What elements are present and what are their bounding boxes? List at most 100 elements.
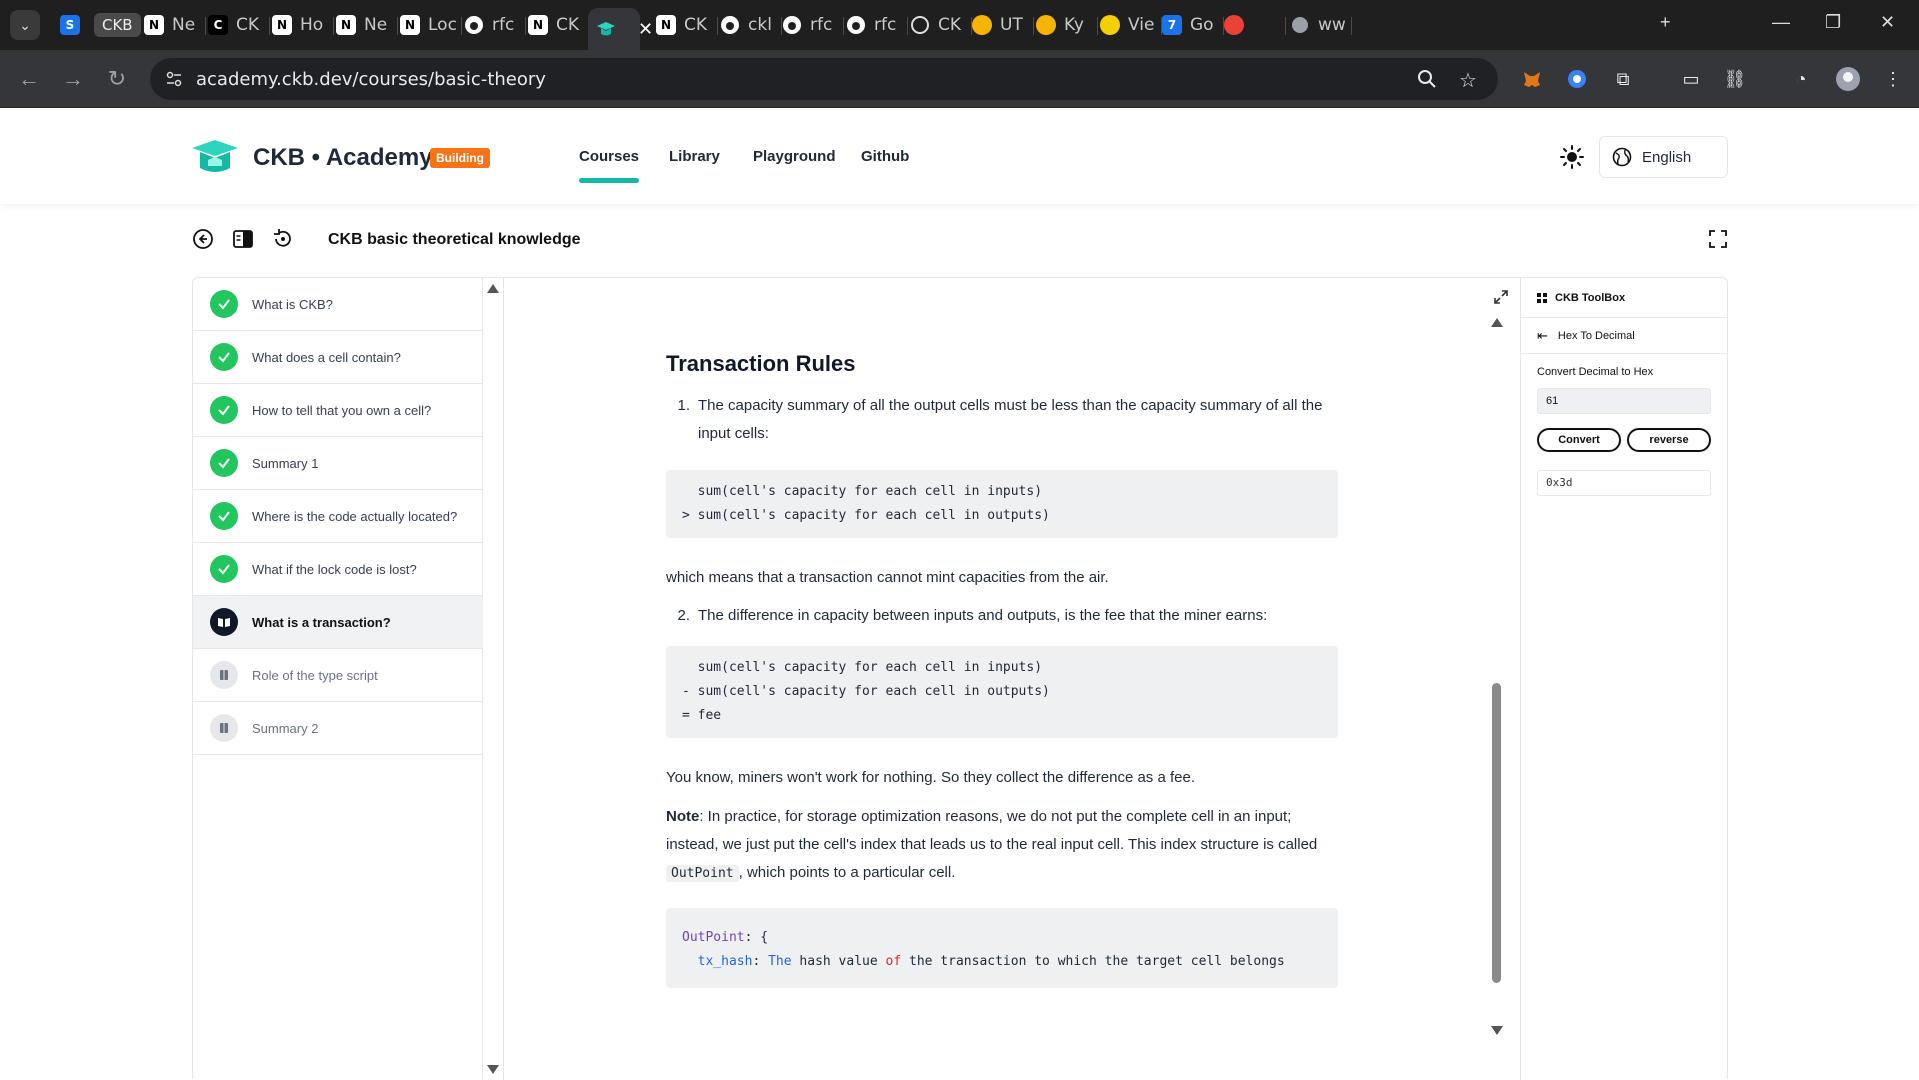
lesson-item[interactable]: What is a transaction? [193, 596, 483, 649]
scroll-up-arrow[interactable] [1491, 318, 1503, 327]
browser-tab[interactable]: ✕ [588, 8, 653, 50]
language-label: English [1642, 148, 1692, 166]
browser-tab[interactable]: rfc [464, 8, 526, 42]
sun-theme-icon[interactable] [1559, 144, 1585, 170]
lesson-content: Transaction Rules 1. The capacity summar… [503, 278, 1530, 1080]
lesson-item[interactable]: How to tell that you own a cell? [193, 384, 483, 437]
lesson-item[interactable]: What is CKB? [193, 278, 483, 331]
restore-icon[interactable]: ❐ [1825, 12, 1841, 33]
browser-tab[interactable]: rfc [846, 8, 908, 42]
scroll-up-arrow[interactable] [487, 284, 499, 293]
nav-github[interactable]: Github [861, 148, 909, 165]
lesson-item[interactable]: Summary 1 [193, 437, 483, 490]
zoom-icon[interactable] [1416, 68, 1438, 96]
scroll-thumb[interactable] [1492, 683, 1501, 983]
back-icon[interactable]: ← [14, 64, 44, 94]
language-selector[interactable]: English [1599, 136, 1728, 178]
expand-icon[interactable] [1494, 290, 1510, 306]
list-number: 1. [677, 397, 690, 414]
lesson-article: Transaction Rules 1. The capacity summar… [666, 350, 1338, 1014]
code-block: OutPoint: { tx_hash: The hash value of t… [666, 908, 1338, 988]
lesson-item[interactable]: What does a cell contain? [193, 331, 483, 384]
performance-icon[interactable]: ◔ [1788, 66, 1814, 92]
book-icon [210, 714, 238, 742]
back-arrow-icon[interactable]: ⇤ [1537, 328, 1548, 344]
minimize-icon[interactable]: — [1772, 12, 1790, 33]
nav-library[interactable]: Library [669, 148, 720, 165]
browser-tab[interactable]: ckl [720, 8, 782, 42]
metamask-extension-icon[interactable] [1519, 66, 1545, 92]
tab-favicon-icon [972, 15, 992, 35]
lesson-list: What is CKB? What does a cell contain? How… [193, 278, 483, 1080]
toolbox-title: CKB ToolBox [1555, 291, 1626, 304]
browser-tab[interactable]: N Loc [400, 8, 462, 42]
tool-back-row[interactable]: ⇤ Hex To Decimal [1521, 318, 1727, 354]
browser-tab[interactable]: 7 Go [1162, 8, 1224, 42]
reset-progress-icon[interactable] [272, 228, 296, 252]
lesson-item[interactable]: Role of the type script [193, 649, 483, 702]
tab-favicon-icon [720, 15, 740, 35]
browser-tab[interactable]: N Ho [272, 8, 334, 42]
content-scrollbar[interactable] [1489, 318, 1505, 1078]
browser-tab[interactable]: C CK [208, 8, 270, 42]
tab-favicon-icon [1100, 15, 1120, 35]
browser-tab[interactable]: Ky [1036, 8, 1098, 42]
scroll-down-arrow[interactable] [487, 1065, 499, 1074]
brand-name[interactable]: CKB • Academy [253, 144, 433, 172]
fullscreen-icon[interactable] [1709, 230, 1729, 250]
extension-circle-icon[interactable] [1564, 66, 1590, 92]
extensions-puzzle-icon[interactable]: ⧉ [1610, 66, 1636, 92]
list-number: 2. [677, 607, 690, 624]
nav-courses[interactable]: Courses [579, 148, 640, 183]
browser-tab[interactable]: N Ne [144, 8, 206, 42]
ckb-toolbox: CKB ToolBox ⇤ Hex To Decimal Convert Dec… [1520, 278, 1727, 1080]
toolbox-header: CKB ToolBox [1521, 278, 1727, 318]
toggle-sidebar-icon[interactable] [232, 228, 256, 252]
tab-favicon-icon [1036, 15, 1056, 35]
bookmark-star-icon[interactable]: ☆ [1459, 68, 1477, 93]
browser-toolbar: ← → ↻ academy.ckb.dev/courses/basic-theo… [0, 50, 1919, 108]
lesson-item[interactable]: Summary 2 [193, 702, 483, 755]
browser-tab[interactable]: N CK [656, 8, 718, 42]
paragraph: which means that a transaction cannot mi… [666, 569, 1109, 586]
nav-playground[interactable]: Playground [753, 148, 836, 165]
academy-cap-logo-icon[interactable] [190, 138, 240, 178]
link-icon[interactable]: ⛓ [1722, 66, 1748, 92]
browser-tab[interactable]: N CK [528, 8, 586, 42]
reload-icon[interactable]: ↻ [102, 64, 132, 94]
browser-tab[interactable]: ww [1290, 8, 1352, 42]
close-window-icon[interactable]: ✕ [1880, 12, 1895, 33]
profile-avatar[interactable] [1835, 66, 1861, 92]
lesson-item[interactable]: What if the lock code is lost? [193, 543, 483, 596]
lesson-item[interactable]: Where is the code actually located? [193, 490, 483, 543]
browser-tab[interactable]: UT [972, 8, 1034, 42]
browser-tab[interactable]: Vie [1100, 8, 1162, 42]
lesson-label: What is CKB? [252, 296, 333, 312]
forward-icon[interactable]: → [58, 64, 88, 94]
browser-tab[interactable]: rfc [782, 8, 844, 42]
book-open-icon [210, 608, 238, 636]
browser-tab[interactable]: N Ne [336, 8, 398, 42]
site-info-icon[interactable] [164, 69, 184, 89]
address-bar[interactable]: academy.ckb.dev/courses/basic-theory ☆ [150, 58, 1498, 100]
browser-tab[interactable] [1224, 8, 1286, 42]
paragraph: You know, miners won't work for nothing.… [666, 769, 1195, 786]
reverse-button[interactable]: reverse [1627, 428, 1711, 452]
tab-title: rfc [874, 15, 897, 35]
tab-favicon-icon [464, 15, 484, 35]
tab-search-button[interactable]: ⌄ [10, 10, 40, 40]
decimal-input[interactable]: 61 [1537, 388, 1711, 414]
browser-tab[interactable]: CK [910, 8, 972, 42]
note-text: : In practice, for storage optimization … [666, 808, 1318, 853]
close-tab-icon[interactable]: ✕ [638, 19, 653, 40]
lesson-label: How to tell that you own a cell? [252, 402, 432, 418]
scroll-down-arrow[interactable] [1491, 1026, 1503, 1035]
browser-menu-icon[interactable]: ⋮ [1880, 66, 1906, 92]
new-tab-button[interactable]: + [1660, 12, 1671, 33]
reading-mode-icon[interactable]: ▭ [1678, 66, 1704, 92]
convert-button[interactable]: Convert [1537, 428, 1621, 452]
course-title: CKB basic theoretical knowledge [328, 231, 581, 248]
lesson-list-scrollbar[interactable] [483, 278, 503, 1080]
back-circle-icon[interactable] [192, 228, 216, 252]
url-text[interactable]: academy.ckb.dev/courses/basic-theory [196, 69, 546, 90]
